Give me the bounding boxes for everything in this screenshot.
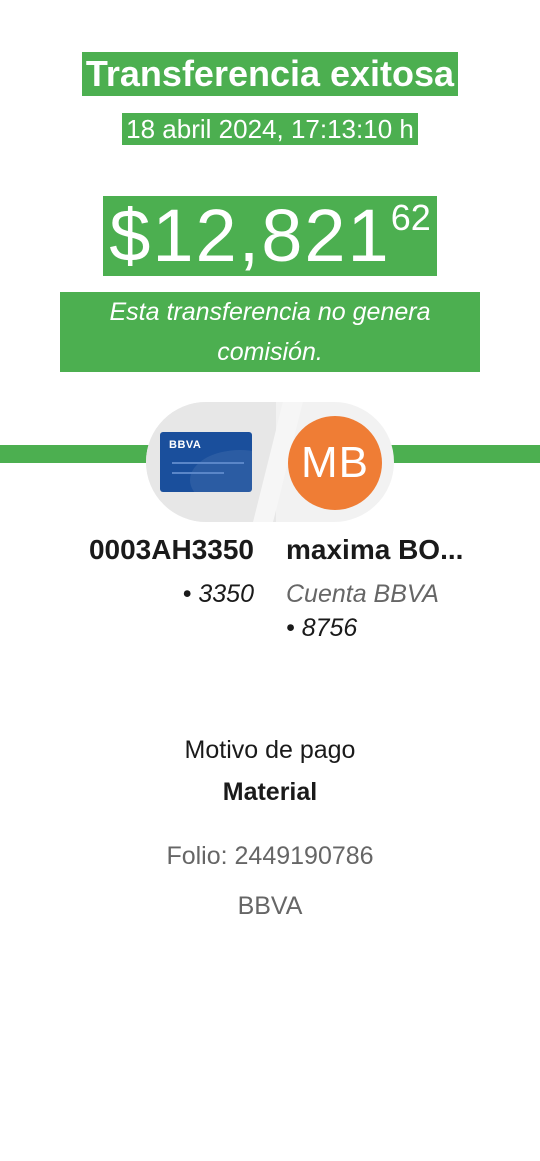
bank-name: BBVA — [237, 892, 303, 920]
card-wave — [190, 450, 252, 492]
transfer-datetime: 18 abril 2024, 17:13:10 h — [0, 113, 540, 145]
payment-reason-value: Material — [222, 778, 318, 806]
fee-note-text: Esta transferencia no genera comisión. — [60, 292, 480, 372]
destination-account-last4: • 8756 — [286, 614, 358, 642]
avatar: MB — [288, 416, 382, 510]
title-text: Transferencia exitosa — [81, 52, 459, 96]
fee-note: Esta transferencia no genera comisión. — [60, 292, 480, 372]
origin-account-name: 0003AH3350 — [88, 534, 254, 565]
amount-highlight: $12,82162 — [103, 196, 437, 276]
amount-main: $12,821 — [109, 194, 391, 277]
amount-cents: 62 — [390, 197, 431, 238]
card-stripe — [172, 462, 244, 464]
origin-account-last4: • 3350 — [182, 580, 254, 608]
card-brand-logo: BBVA — [169, 439, 202, 451]
payment-reason-label: Motivo de pago — [184, 736, 356, 764]
destination-account-type: Cuenta BBVA — [286, 580, 439, 608]
card-stripe — [172, 472, 224, 474]
datetime-text: 18 abril 2024, 17:13:10 h — [122, 113, 418, 145]
page-title: Transferencia exitosa — [0, 52, 540, 96]
destination-name: maxima BO... — [286, 534, 464, 565]
folio-number: Folio: 2449190786 — [166, 842, 374, 870]
transfer-amount: $12,82162 — [0, 196, 540, 276]
bank-card-icon: BBVA — [160, 432, 252, 492]
